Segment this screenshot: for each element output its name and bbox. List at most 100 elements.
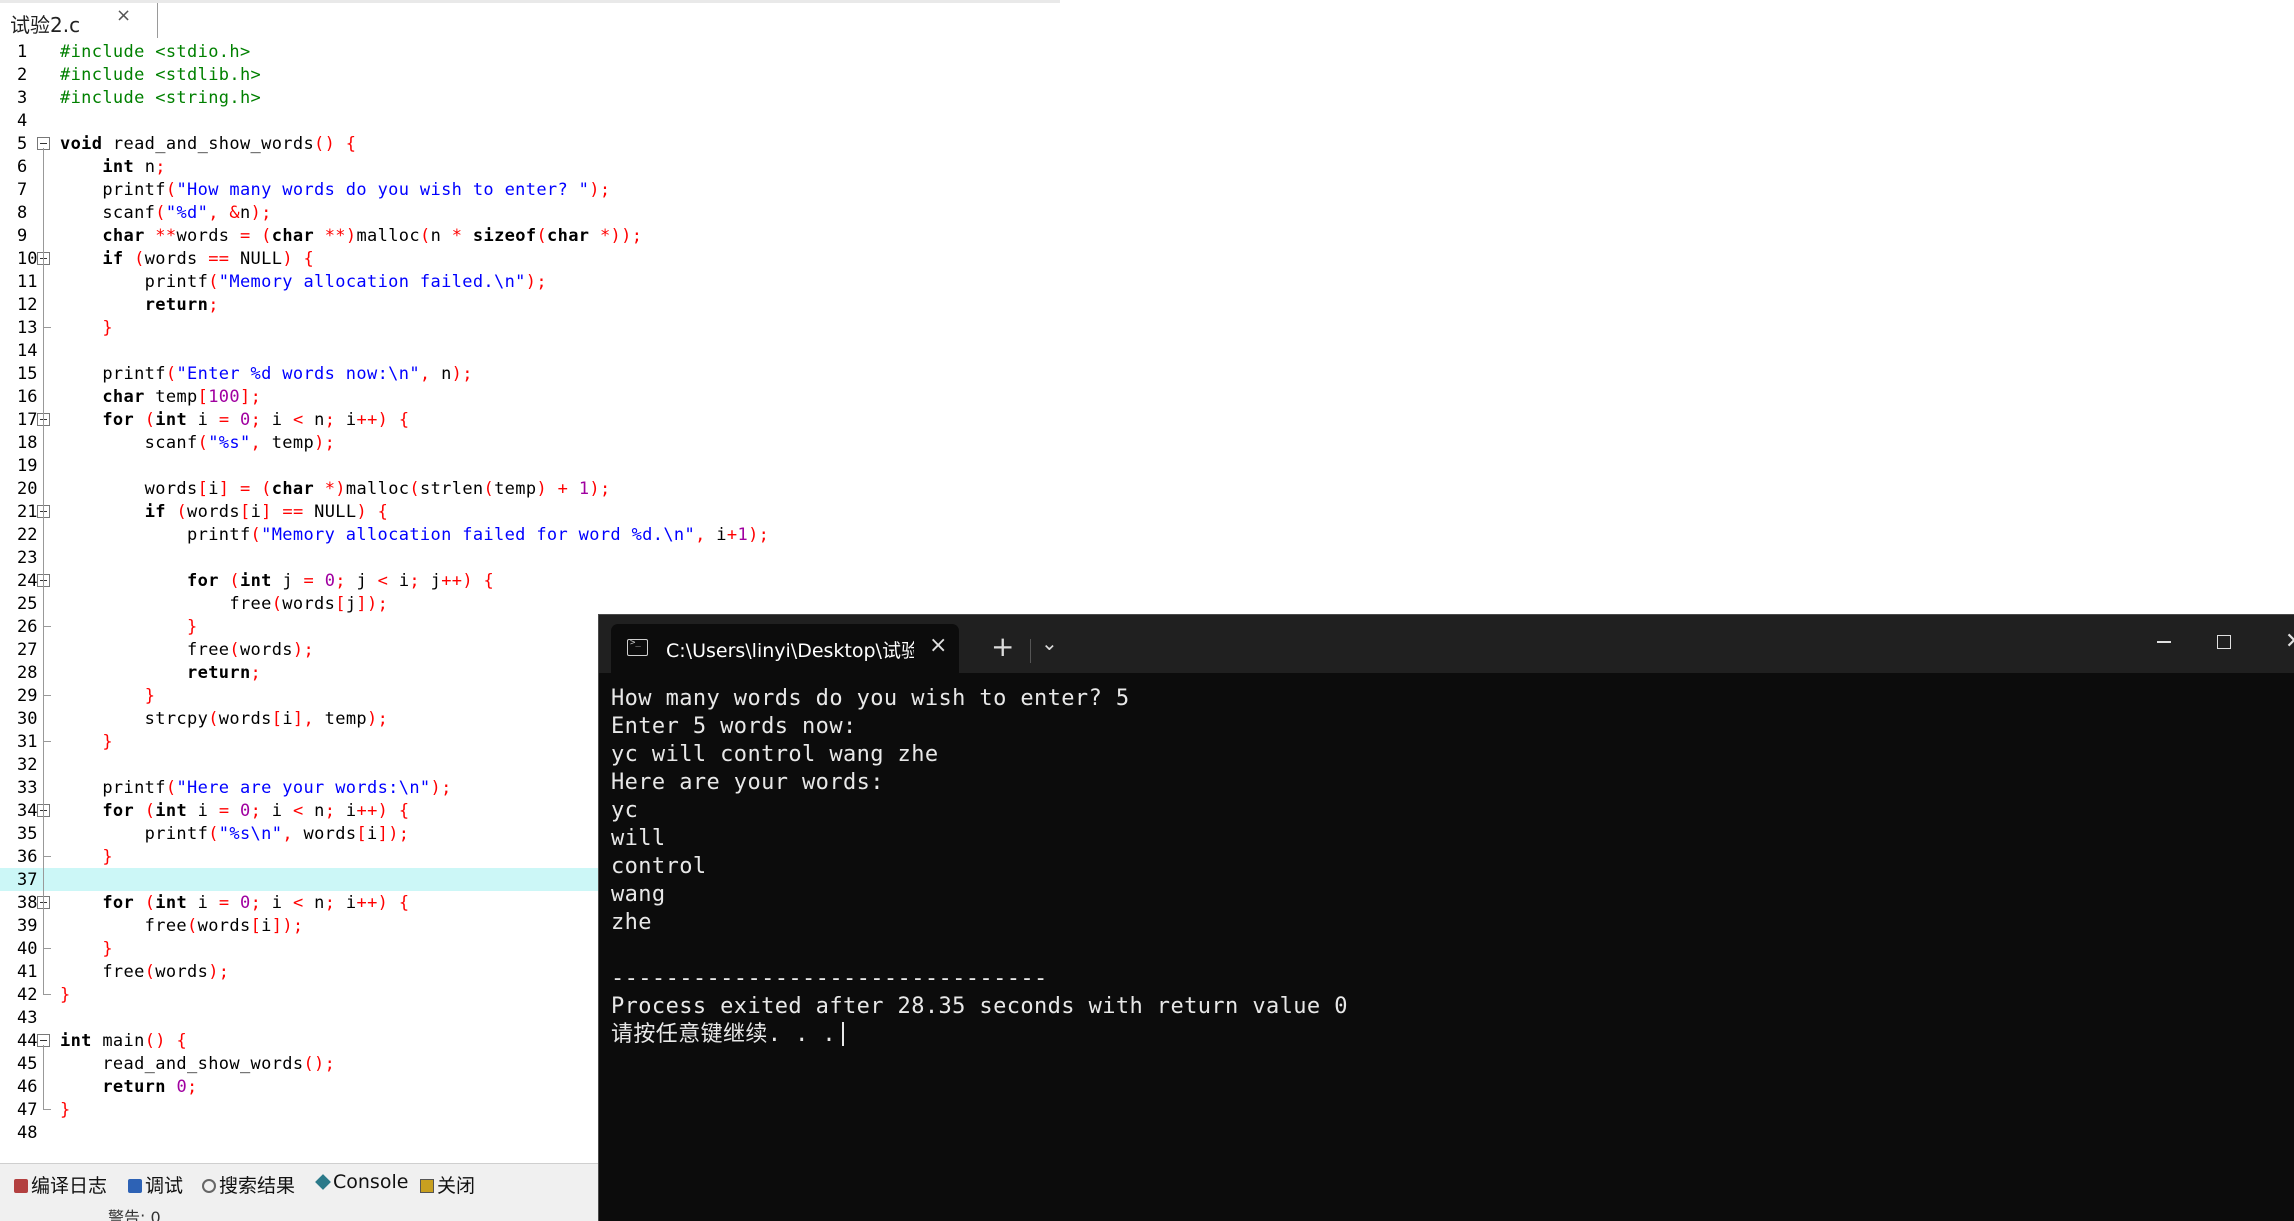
fold-end-marker (43, 845, 51, 857)
fold-end-marker (43, 730, 51, 742)
maximize-icon[interactable] (2217, 635, 2231, 649)
code-text: for (int j = 0; j < i; j++) { (187, 571, 495, 591)
output-line: Process exited after 28.35 seconds with … (611, 994, 1348, 1019)
code-text: } (102, 939, 113, 959)
tab-label: 关闭 (437, 1175, 476, 1197)
code-text: printf("Enter %d words now:\n", n); (60, 364, 473, 384)
code-line: 24 for (int j = 0; j < i; j++) { (0, 569, 2294, 592)
line-number: 11 (17, 272, 38, 292)
line-number: 40 (17, 939, 38, 959)
code-text: } (60, 1100, 71, 1120)
code-line: 18 scanf("%s", temp); (0, 431, 2294, 454)
line-number: 15 (17, 364, 38, 384)
code-text: printf("%s\n", words[i]); (60, 824, 410, 844)
code-line: 25 free(words[j]); (0, 592, 2294, 615)
editor-tab-bar: 试验2.c × (0, 0, 2294, 38)
line-number: 8 (17, 203, 28, 223)
line-number: 7 (17, 180, 28, 200)
close-icon[interactable]: × (116, 5, 131, 26)
divider (1030, 639, 1031, 663)
terminal-window[interactable]: C:\Users\linyi\Desktop\试验 × + ⌄ ✕ How ma… (598, 614, 2294, 1221)
code-line: 23 (0, 546, 2294, 569)
prompt-line: 请按任意键继续. . . (611, 1021, 2281, 1049)
code-text: scanf("%d", &n); (60, 203, 272, 223)
line-number: 5 (17, 134, 28, 154)
terminal-titlebar[interactable]: C:\Users\linyi\Desktop\试验 × + ⌄ ✕ (599, 615, 2294, 673)
line-number: 1 (17, 42, 28, 62)
fold-end-marker (43, 1098, 51, 1110)
line-number: 41 (17, 962, 38, 982)
terminal-tab[interactable]: C:\Users\linyi\Desktop\试验 × (611, 624, 959, 673)
code-text: printf("Here are your words:\n"); (60, 778, 452, 798)
fold-end-marker (43, 316, 51, 328)
chevron-down-icon[interactable]: ⌄ (1041, 631, 1058, 655)
code-text: free(words[i]); (60, 916, 304, 936)
code-line: 4 (0, 109, 2294, 132)
tab-search-results[interactable]: 搜索结果 (202, 1171, 295, 1199)
code-text: for (int i = 0; i < n; i++) { (102, 893, 410, 913)
line-number: 2 (17, 65, 28, 85)
output-line: Here are your words: (611, 770, 884, 795)
line-number: 18 (17, 433, 38, 453)
line-number: 19 (17, 456, 38, 476)
output-line: wang (611, 882, 666, 907)
code-line: 12 return; (0, 293, 2294, 316)
fold-end-marker (43, 937, 51, 949)
tab-console[interactable]: Console (315, 1171, 408, 1199)
line-number: 3 (17, 88, 28, 108)
line-number: 44 (17, 1031, 38, 1051)
search-results-icon (202, 1179, 216, 1193)
close-panel-icon (420, 1179, 434, 1193)
line-number: 46 (17, 1077, 38, 1097)
code-line: 7 printf("How many words do you wish to … (0, 178, 2294, 201)
close-icon[interactable]: × (929, 633, 947, 658)
window-close-icon[interactable]: ✕ (2285, 629, 2294, 654)
code-text: } (144, 686, 156, 706)
terminal-tab-title: C:\Users\linyi\Desktop\试验 (666, 640, 914, 662)
line-number: 9 (17, 226, 28, 246)
line-number: 13 (17, 318, 38, 338)
tab-compile-log[interactable]: 编译日志 (14, 1171, 107, 1199)
line-number: 14 (17, 341, 38, 361)
console-icon (315, 1174, 331, 1190)
code-text: free(words); (60, 640, 315, 660)
file-tab[interactable]: 试验2.c × (0, 3, 158, 38)
code-text: free(words); (60, 962, 230, 982)
code-line: 22 printf("Memory allocation failed for … (0, 523, 2294, 546)
line-number: 33 (17, 778, 38, 798)
line-number: 39 (17, 916, 38, 936)
code-text: if (words[i] == NULL) { (144, 502, 389, 522)
line-number: 6 (17, 157, 28, 177)
output-line: yc will control wang zhe (611, 742, 939, 767)
compile-log-content: 警告: 0 (0, 1200, 600, 1221)
code-text: void read_and_show_words() { (60, 134, 357, 154)
output-line: How many words do you wish to enter? 5 (611, 686, 1130, 711)
code-line: 10 if (words == NULL) { (0, 247, 2294, 270)
code-text: for (int i = 0; i < n; i++) { (102, 410, 410, 430)
fold-guide (43, 148, 44, 988)
line-number: 47 (17, 1100, 38, 1120)
tab-label: 搜索结果 (219, 1175, 296, 1197)
code-text: #include <stdio.h> (60, 42, 251, 62)
terminal-icon (627, 638, 648, 656)
terminal-output[interactable]: How many words do you wish to enter? 5 E… (611, 685, 2281, 1049)
line-number: 36 (17, 847, 38, 867)
line-number: 27 (17, 640, 38, 660)
code-text: printf("How many words do you wish to en… (60, 180, 611, 200)
code-text: free(words[j]); (60, 594, 389, 614)
tab-close-panel[interactable]: 关闭 (420, 1171, 475, 1199)
line-number: 26 (17, 617, 38, 637)
code-text: strcpy(words[i], temp); (60, 709, 389, 729)
line-number: 10 (17, 249, 38, 269)
fold-end-marker (43, 983, 51, 995)
new-tab-button[interactable]: + (991, 633, 1014, 661)
code-text: } (102, 732, 113, 752)
line-number: 25 (17, 594, 38, 614)
line-number: 21 (17, 502, 38, 522)
tab-debug[interactable]: 调试 (128, 1171, 183, 1199)
code-line: 17 for (int i = 0; i < n; i++) { (0, 408, 2294, 431)
code-line: 3 #include <string.h> (0, 86, 2294, 109)
debug-icon (128, 1179, 142, 1193)
line-number: 29 (17, 686, 38, 706)
minimize-icon[interactable] (2157, 641, 2171, 643)
